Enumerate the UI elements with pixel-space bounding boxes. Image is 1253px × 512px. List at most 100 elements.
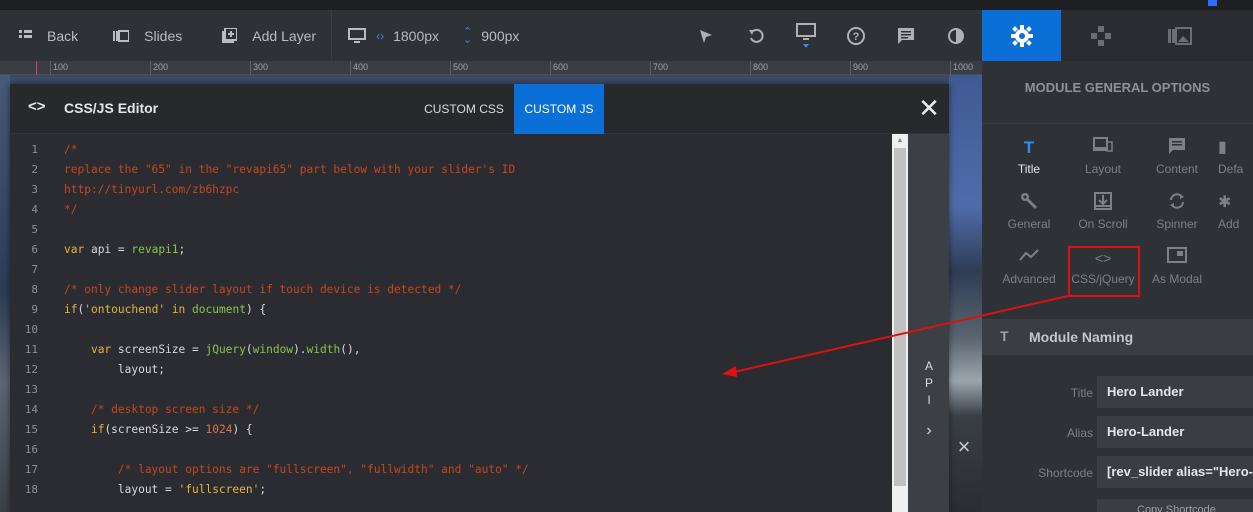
editor-scrollbar[interactable]: ▲	[892, 134, 908, 512]
height-arrows-icon: ⌃ ⌄	[463, 25, 473, 46]
css-js-editor-modal: <> CSS/JS Editor CUSTOM CSS CUSTOM JS ✕ …	[10, 84, 949, 512]
pointer-tool-button[interactable]	[694, 10, 718, 61]
help-button[interactable]: ?	[844, 10, 868, 61]
option-content[interactable]: Content	[1140, 137, 1214, 189]
copy-shortcode-button[interactable]: Copy Shortcode	[1097, 499, 1253, 512]
option-label: On Scroll	[1078, 217, 1128, 231]
editor-title: CSS/JS Editor	[64, 100, 159, 116]
line-number: 11	[24, 343, 38, 356]
code-line[interactable]: var screenSize = jQuery(window).width(),	[64, 340, 361, 360]
width-field[interactable]: ‹› 1800px	[376, 10, 439, 61]
ruler-tick: 100	[50, 61, 68, 75]
option-spinner[interactable]: Spinner	[1140, 192, 1214, 244]
top-strip	[0, 0, 1253, 10]
tab-navigation[interactable]	[1061, 10, 1140, 61]
line-number: 8	[31, 283, 38, 296]
code-icon: <>	[28, 98, 46, 115]
code-line[interactable]: */	[64, 200, 77, 220]
gear-icon	[1010, 24, 1033, 47]
addons-icon: ✱	[1218, 194, 1232, 211]
option-general[interactable]: General	[992, 192, 1066, 244]
code-line[interactable]: layout = 'fullscreen';	[64, 480, 266, 500]
code-line[interactable]: http://tinyurl.com/zb6hzpc	[64, 180, 239, 200]
option-as-modal[interactable]: As Modal	[1140, 247, 1214, 299]
monitor-icon	[348, 27, 367, 45]
line-number: 12	[24, 363, 38, 376]
slides-icon	[112, 27, 130, 45]
line-number: 7	[31, 263, 38, 276]
option-defaults[interactable]: ▮ Defa	[1214, 137, 1253, 189]
ruler-tick: 700	[650, 61, 668, 75]
option-layout[interactable]: Layout	[1066, 137, 1140, 189]
app-root: { "toolbar": { "back_label": "Back", "sl…	[0, 0, 1253, 512]
option-advanced[interactable]: Advanced	[992, 247, 1066, 299]
svg-text:?: ?	[853, 31, 860, 43]
slide-canvas-left-edge	[0, 75, 10, 512]
ruler-tick: 400	[350, 61, 368, 75]
code-line[interactable]: if(screenSize >= 1024) {	[64, 420, 253, 440]
ruler-tick: 200	[150, 61, 168, 75]
code-line[interactable]: replace the "65" in the "revapi65" part …	[64, 160, 515, 180]
modal-icon	[1140, 247, 1214, 269]
option-label: Add	[1218, 217, 1240, 231]
contrast-button[interactable]	[944, 10, 968, 61]
option-label: Content	[1155, 162, 1199, 176]
wrench-icon	[992, 192, 1066, 214]
height-field[interactable]: ⌃ ⌄ 900px	[463, 10, 519, 61]
section-module-naming[interactable]: T Module Naming	[982, 319, 1253, 355]
option-title[interactable]: T Title	[992, 137, 1066, 189]
code-line[interactable]: /* only change slider layout if touch de…	[64, 280, 461, 300]
device-desktop-button[interactable]	[348, 10, 367, 61]
option-label: Defa	[1218, 162, 1244, 176]
code-line[interactable]: /*	[64, 140, 77, 160]
option-label: Spinner	[1156, 217, 1198, 231]
api-side-panel[interactable]: A P I ›	[908, 134, 949, 512]
code-editor[interactable]: /* replace the "65" in the "revapi65" par…	[48, 134, 892, 512]
scroll-thumb[interactable]	[894, 148, 906, 486]
back-label: Back	[47, 27, 79, 44]
title-icon: T	[1023, 138, 1035, 157]
close-icon[interactable]: ✕	[916, 95, 942, 122]
ruler-tick: 500	[450, 61, 468, 75]
scroll-up-icon[interactable]: ▲	[892, 136, 908, 146]
preview-device-button[interactable]	[794, 10, 818, 61]
chevron-right-icon[interactable]: ›	[920, 422, 938, 440]
line-number: 5	[31, 223, 38, 236]
line-number: 2	[31, 163, 38, 176]
cursor-icon	[700, 29, 712, 43]
code-line[interactable]: /* desktop screen size */	[64, 400, 259, 420]
undo-button[interactable]	[744, 10, 768, 61]
grid-icon	[16, 27, 34, 45]
tab-module-settings[interactable]	[982, 10, 1061, 61]
content-icon	[1140, 137, 1214, 159]
background-close-icon[interactable]: ×	[953, 436, 975, 458]
tab-custom-css[interactable]: CUSTOM CSS	[414, 84, 514, 134]
code-line[interactable]: if('ontouchend' in document) {	[64, 300, 266, 320]
ruler-tick: 800	[750, 61, 768, 75]
line-number: 6	[31, 243, 38, 256]
option-addons[interactable]: ✱ Add	[1214, 192, 1253, 244]
alias-field[interactable]: Hero-Lander	[1097, 416, 1253, 448]
tab-slides-layout[interactable]	[1140, 10, 1219, 61]
title-icon: T	[1000, 328, 1009, 344]
slides-button[interactable]: Slides	[112, 10, 182, 61]
option-on-scroll[interactable]: On Scroll	[1066, 192, 1140, 244]
ruler-tick: 900	[850, 61, 868, 75]
back-button[interactable]: Back	[0, 10, 78, 61]
title-field[interactable]: Hero Lander	[1097, 376, 1253, 408]
add-layer-button[interactable]: Add Layer	[220, 10, 316, 61]
notification-badge	[1208, 0, 1217, 6]
code-line[interactable]: var api = revapi1;	[64, 240, 185, 260]
code-line[interactable]: layout;	[64, 360, 165, 380]
code-line[interactable]: /* layout options are "fullscreen", "ful…	[64, 460, 529, 480]
api-letter: I	[927, 393, 931, 407]
tab-custom-js[interactable]: CUSTOM JS	[514, 84, 604, 134]
slides-label: Slides	[144, 27, 183, 44]
alias-field-label: Alias	[1066, 426, 1093, 440]
height-value: 900px	[481, 27, 520, 44]
on-scroll-icon	[1066, 192, 1140, 214]
spinner-icon	[1140, 192, 1214, 214]
shortcode-field[interactable]: [rev_slider alias="Hero-Lander"]	[1097, 456, 1253, 488]
comments-button[interactable]	[894, 10, 918, 61]
section-title: Module Naming	[1029, 329, 1134, 345]
